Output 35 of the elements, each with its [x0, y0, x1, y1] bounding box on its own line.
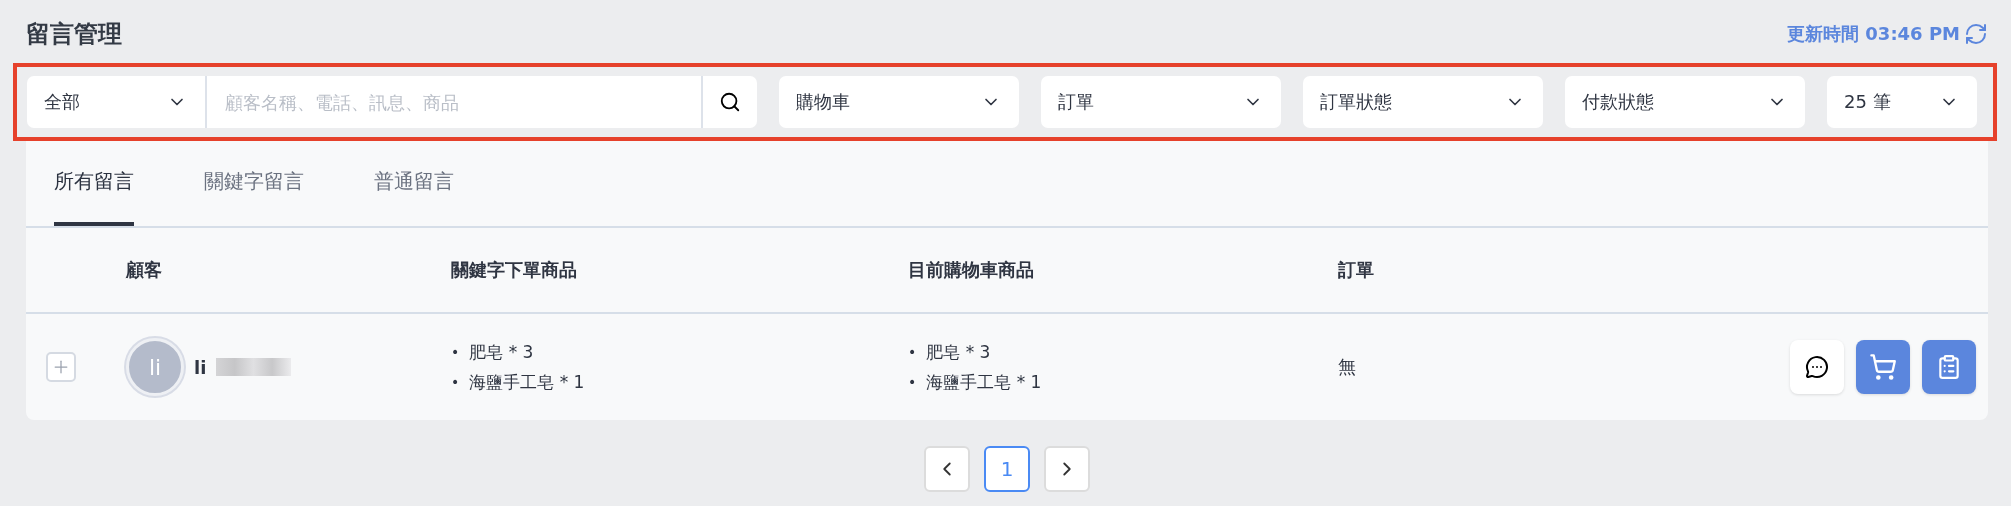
- product-item: 肥皂 * 3: [926, 341, 991, 364]
- order-button[interactable]: [1922, 340, 1976, 394]
- tab[interactable]: 普通留言: [374, 141, 454, 226]
- column-header: 目前購物車商品: [908, 258, 1035, 282]
- column-header: 關鍵字下單商品: [451, 258, 578, 282]
- chat-bubble-icon: [1805, 355, 1829, 379]
- product-item: 肥皂 * 3: [469, 341, 534, 364]
- page-title: 留言管理: [26, 19, 122, 50]
- table-cell-text: 無: [1338, 355, 1357, 379]
- message-button[interactable]: [1790, 340, 1844, 394]
- scope-dropdown[interactable]: 全部: [27, 76, 207, 128]
- dropdown[interactable]: 購物車: [779, 76, 1019, 128]
- search-button[interactable]: [701, 76, 757, 128]
- customer-name: li: [194, 356, 207, 378]
- product-item: 海鹽手工皂 * 1: [926, 371, 1042, 394]
- product-item: 海鹽手工皂 * 1: [469, 371, 585, 394]
- cart-icon: [1869, 353, 1897, 381]
- tab[interactable]: 所有留言: [54, 141, 134, 226]
- column-header: 顧客: [126, 258, 163, 282]
- dropdown[interactable]: 付款狀態: [1565, 76, 1805, 128]
- search-field[interactable]: 顧客名稱、電話、訊息、商品: [207, 76, 701, 128]
- column-header: 訂單: [1338, 258, 1375, 282]
- list-bullet: •: [908, 343, 917, 362]
- avatar: li: [126, 338, 184, 396]
- tab[interactable]: 關鍵字留言: [204, 141, 304, 226]
- refresh-icon: [1964, 22, 1988, 46]
- clipboard-icon: [1936, 354, 1962, 380]
- list-bullet: •: [908, 373, 917, 392]
- search-icon: [719, 91, 741, 113]
- dropdown[interactable]: 訂單狀態: [1303, 76, 1543, 128]
- cart-button[interactable]: [1856, 340, 1910, 394]
- list-bullet: •: [451, 343, 460, 362]
- list-bullet: •: [451, 373, 460, 392]
- dropdown[interactable]: 25 筆: [1827, 76, 1977, 128]
- dropdown[interactable]: 訂單: [1041, 76, 1281, 128]
